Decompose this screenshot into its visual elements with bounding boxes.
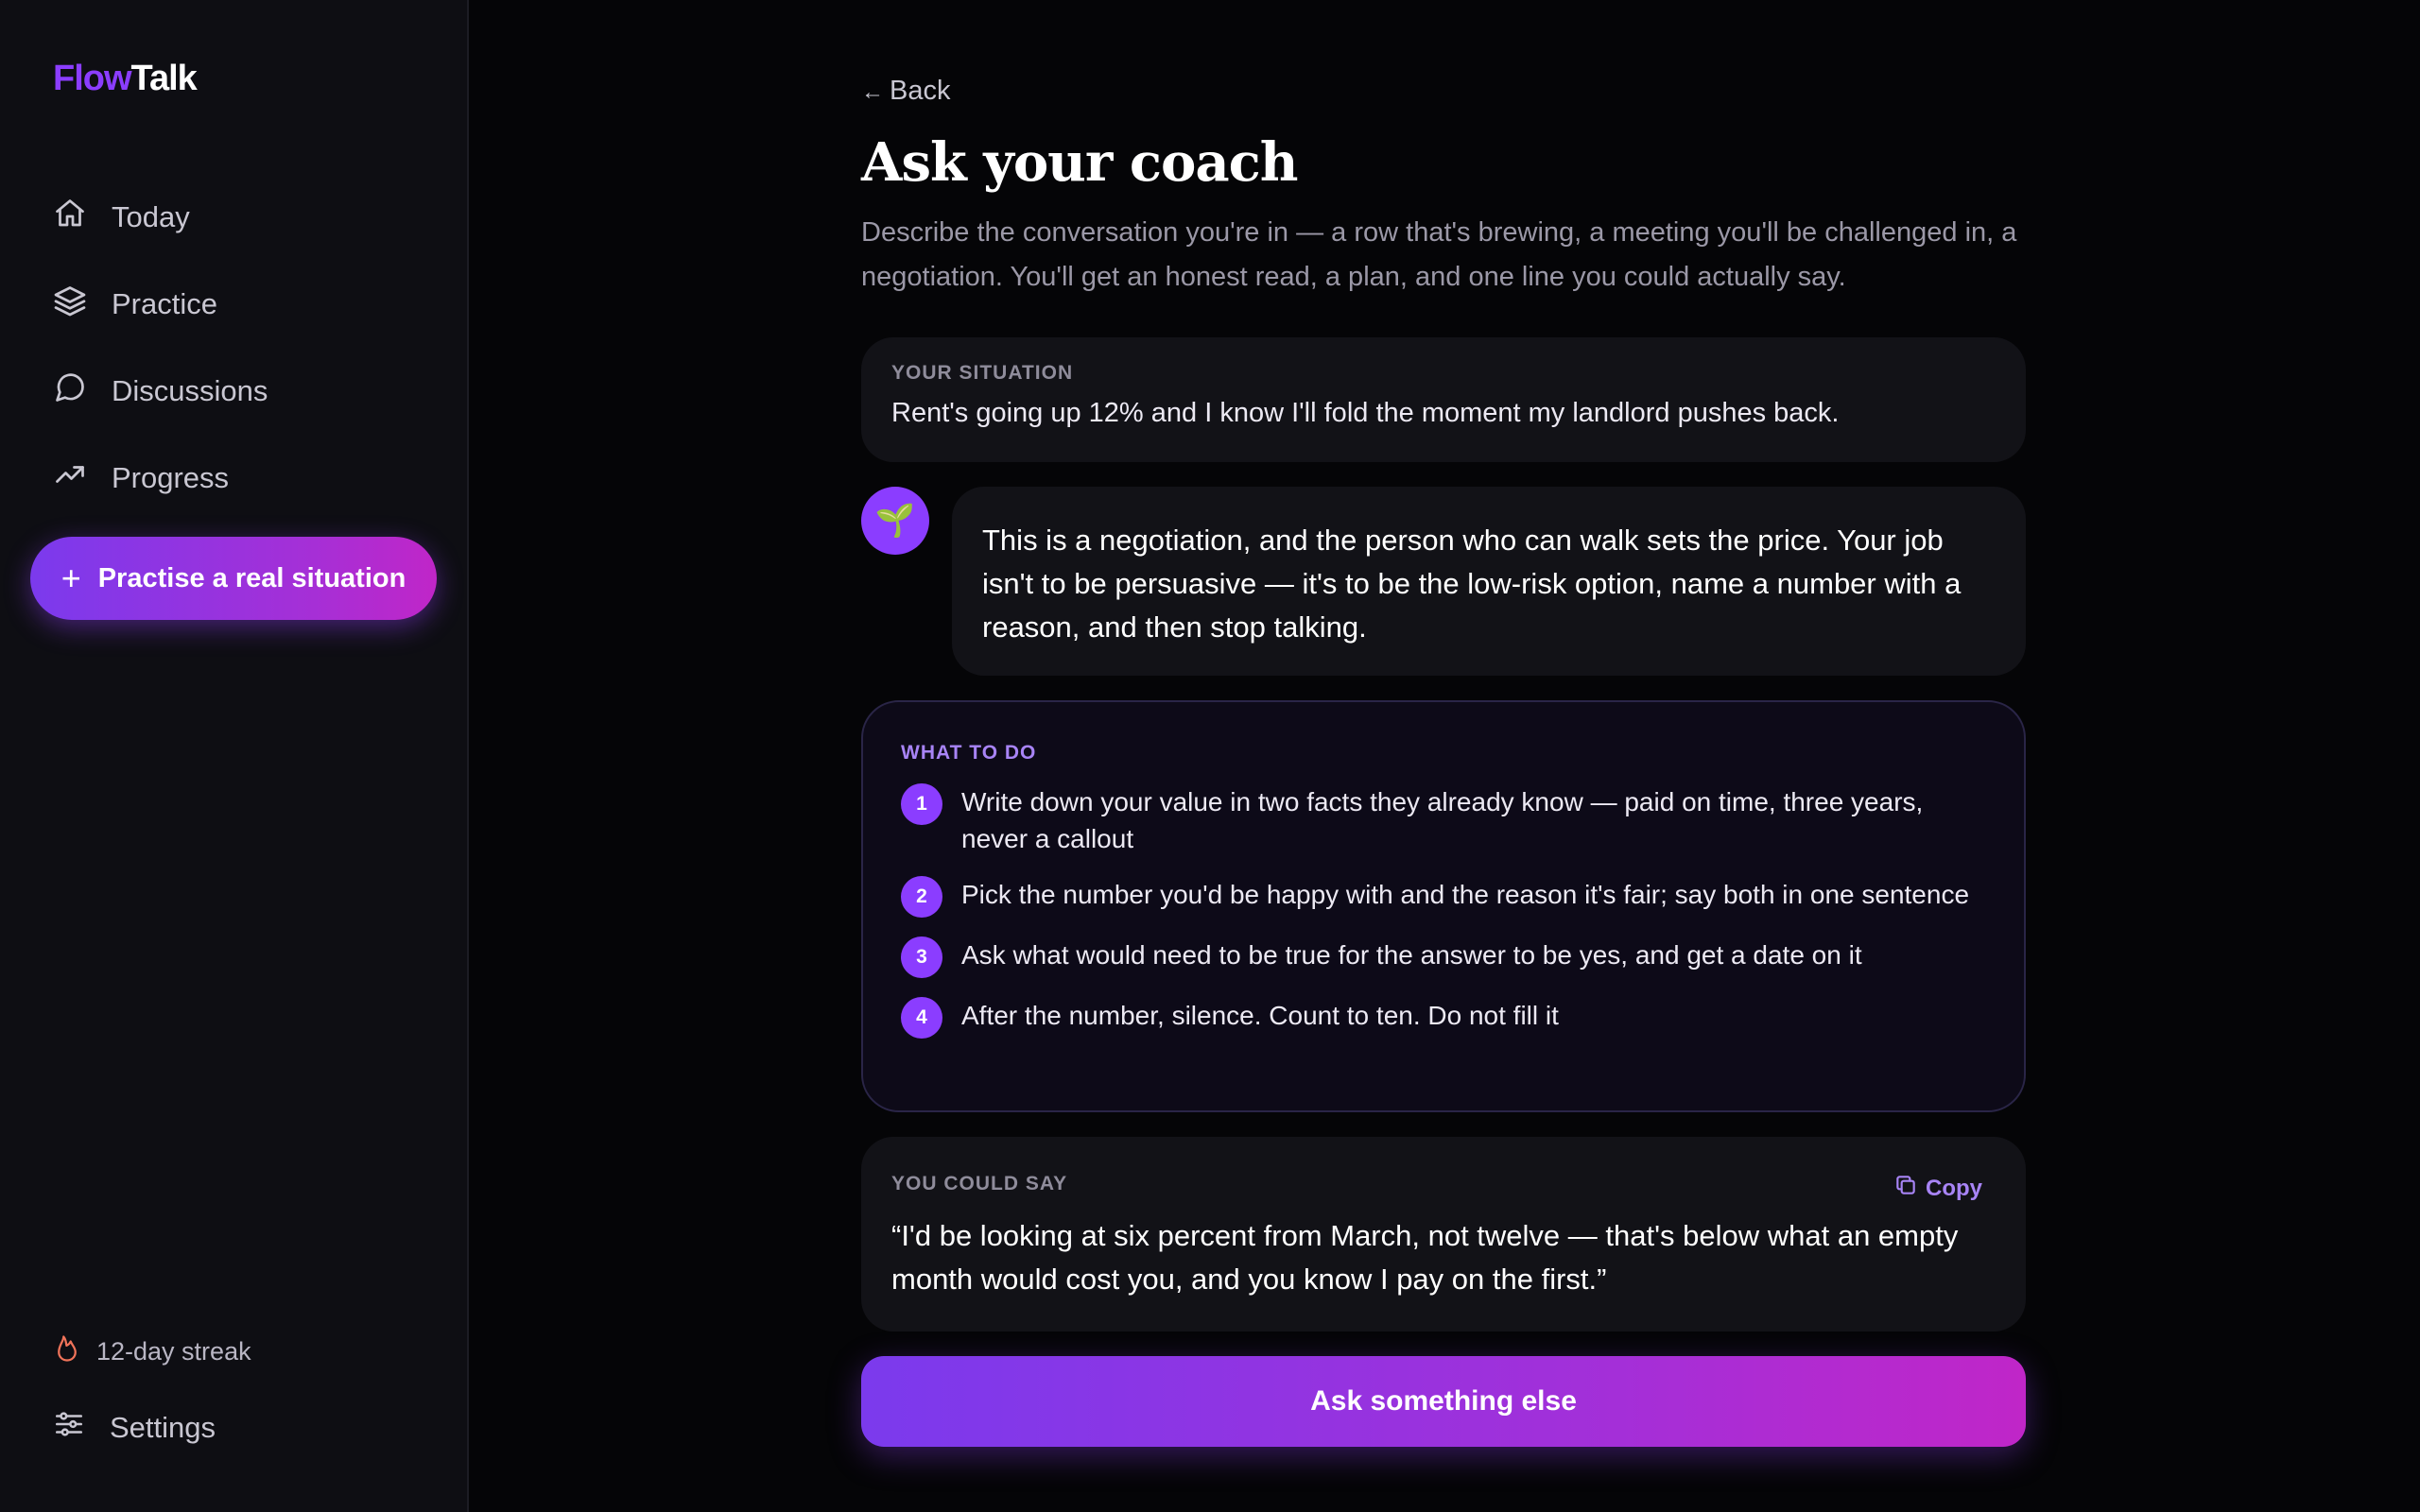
you-could-say-card: YOU COULD SAY Copy “I'd be looking at si… bbox=[861, 1137, 2026, 1332]
logo[interactable]: FlowTalk bbox=[53, 59, 198, 99]
situation-label: YOUR SITUATION bbox=[891, 362, 1074, 384]
situation-text: Rent's going up 12% and I know I'll fold… bbox=[891, 398, 1840, 428]
settings-button[interactable]: Settings bbox=[53, 1408, 216, 1448]
back-arrow-icon: ← bbox=[861, 79, 884, 105]
flame-icon bbox=[53, 1334, 96, 1369]
sliders-icon bbox=[53, 1408, 110, 1448]
sidebar-item-progress[interactable]: Progress bbox=[53, 435, 431, 522]
logo-flow: Flow bbox=[53, 59, 132, 98]
sidebar-nav: Today Practice Discussions Progress bbox=[53, 174, 431, 522]
list-item: 2 Pick the number you'd be happy with an… bbox=[901, 876, 1986, 918]
back-link[interactable]: ← Back bbox=[861, 76, 950, 107]
practise-button-label: Practise a real situation bbox=[97, 562, 406, 593]
step-number-badge: 3 bbox=[901, 936, 942, 978]
page-subtitle: Describe the conversation you're in — a … bbox=[861, 217, 2017, 292]
you-could-say-label: YOU COULD SAY bbox=[891, 1173, 1068, 1194]
situation-card: YOUR SITUATION Rent's going up 12% and I… bbox=[861, 337, 2026, 462]
sidebar-item-discussions[interactable]: Discussions bbox=[53, 348, 431, 435]
coach-message-row: 🌱 This is a negotiation, and the person … bbox=[861, 487, 2026, 676]
sidebar-item-label: Practice bbox=[112, 287, 217, 320]
suggested-line: “I'd be looking at six percent from Marc… bbox=[891, 1219, 1959, 1296]
what-to-do-card: WHAT TO DO 1 Write down your value in tw… bbox=[861, 700, 2026, 1112]
sidebar-item-practice[interactable]: Practice bbox=[53, 261, 431, 348]
step-text: After the number, silence. Count to ten.… bbox=[961, 1001, 1559, 1030]
steps-list: 1 Write down your value in two facts the… bbox=[901, 783, 1986, 1039]
step-text: Write down your value in two facts they … bbox=[961, 787, 1924, 853]
ask-something-else-button[interactable]: Ask something else bbox=[861, 1356, 2026, 1447]
list-item: 1 Write down your value in two facts the… bbox=[901, 783, 1986, 857]
copy-button[interactable]: Copy bbox=[1893, 1173, 1982, 1204]
practise-real-situation-button[interactable]: + Practise a real situation bbox=[30, 537, 437, 620]
sidebar-item-label: Progress bbox=[112, 461, 230, 494]
back-label: Back bbox=[890, 76, 951, 106]
page-title: Ask your coach bbox=[861, 131, 1298, 194]
step-number-badge: 1 bbox=[901, 783, 942, 825]
list-item: 3 Ask what would need to be true for the… bbox=[901, 936, 1986, 978]
what-to-do-label: WHAT TO DO bbox=[901, 742, 1037, 764]
main-panel: ← Back Ask your coach Describe the conver… bbox=[469, 0, 2420, 1512]
trending-up-icon bbox=[53, 457, 112, 499]
coach-avatar: 🌱 bbox=[861, 487, 929, 555]
plus-icon: + bbox=[60, 558, 81, 597]
coach-content: ← Back Ask your coach Describe the conver… bbox=[861, 76, 2026, 1447]
streak-label: 12-day streak bbox=[96, 1337, 251, 1366]
settings-label: Settings bbox=[110, 1411, 216, 1444]
chat-bubble-icon bbox=[53, 370, 112, 412]
list-item: 4 After the number, silence. Count to te… bbox=[901, 997, 1986, 1039]
copy-icon bbox=[1893, 1173, 1926, 1204]
step-number-badge: 4 bbox=[901, 997, 942, 1039]
copy-label: Copy bbox=[1926, 1175, 1982, 1201]
sidebar-item-label: Discussions bbox=[112, 374, 268, 407]
app-root: FlowTalk Today Practice Discussions Prog… bbox=[0, 0, 2420, 1512]
layers-icon bbox=[53, 284, 112, 325]
logo-talk: Talk bbox=[130, 59, 198, 98]
coach-reply-bubble: This is a negotiation, and the person wh… bbox=[952, 487, 2026, 676]
sidebar: FlowTalk Today Practice Discussions Prog… bbox=[0, 0, 469, 1512]
streak-indicator: 12-day streak bbox=[53, 1334, 251, 1369]
sidebar-item-label: Today bbox=[112, 200, 190, 233]
home-icon bbox=[53, 197, 112, 238]
step-number-badge: 2 bbox=[901, 876, 942, 918]
step-text: Ask what would need to be true for the a… bbox=[961, 940, 1862, 970]
step-text: Pick the number you'd be happy with and … bbox=[961, 880, 1970, 909]
sidebar-item-today[interactable]: Today bbox=[53, 174, 431, 261]
